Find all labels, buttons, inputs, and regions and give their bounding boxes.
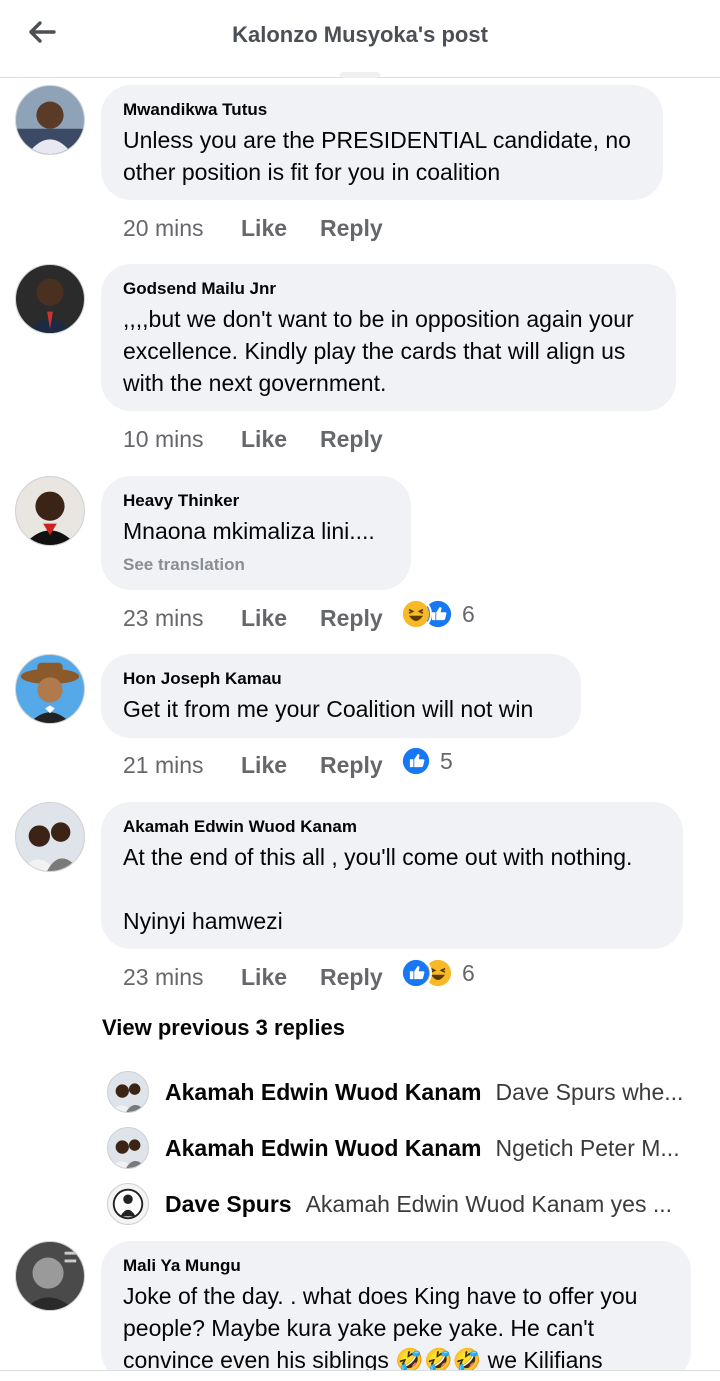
reply-button[interactable]: Reply [320,605,383,632]
comment-actions: 20 mins Like Reply [123,211,383,245]
comment-text: Mnaona mkimaliza lini.... [123,518,375,544]
avatar[interactable] [15,85,85,155]
scroll-indicator [340,72,380,78]
avatar[interactable] [15,654,85,724]
like-button[interactable]: Like [241,426,320,453]
comment-bubble[interactable]: Akamah Edwin Wuod Kanam At the end of th… [101,802,683,949]
like-button[interactable]: Like [241,752,320,779]
like-icon [400,745,432,777]
reaction-count: 5 [440,747,453,774]
avatar[interactable] [15,264,85,334]
like-icon [400,957,432,989]
comment-author[interactable]: Mwandikwa Tutus [123,99,641,121]
reply-preview[interactable]: Dave Spurs Akamah Edwin Wuod Kanam yes .… [107,1182,687,1226]
reply-snippet: Ngetich Peter M... [495,1134,680,1161]
comment-actions: 10 mins Like Reply [123,422,383,456]
reply-author[interactable]: Akamah Edwin Wuod Kanam [165,1135,482,1162]
like-button[interactable]: Like [241,964,320,991]
comment-bubble[interactable]: Heavy Thinker Mnaona mkimaliza lini.... … [101,476,411,590]
comment-bubble[interactable]: Hon Joseph Kamau Get it from me your Coa… [101,654,581,738]
reply-snippet: Dave Spurs whe... [495,1078,684,1105]
comment-author[interactable]: Godsend Mailu Jnr [123,278,654,300]
comment-text: Get it from me your Coalition will not w… [123,696,534,722]
haha-icon [400,598,432,630]
reply-button[interactable]: Reply [320,426,383,453]
avatar[interactable] [107,1183,149,1225]
reply-button[interactable]: Reply [320,964,383,991]
comment-actions: 23 mins Like Reply [123,601,383,635]
comment-author[interactable]: Hon Joseph Kamau [123,668,559,690]
comment-author[interactable]: Heavy Thinker [123,490,389,512]
reply-author[interactable]: Dave Spurs [165,1191,292,1218]
avatar[interactable] [15,802,85,872]
post-header: Kalonzo Musyoka's post [0,0,720,78]
reaction-summary[interactable]: 6 [400,597,475,631]
reply-button[interactable]: Reply [320,215,383,242]
reply-preview[interactable]: Akamah Edwin Wuod Kanam Dave Spurs whe..… [107,1070,687,1114]
reply-snippet: Akamah Edwin Wuod Kanam yes ... [305,1190,673,1217]
reply-button[interactable]: Reply [320,752,383,779]
comment-actions: 21 mins Like Reply [123,748,383,782]
comment-time[interactable]: 10 mins [123,426,241,453]
reaction-summary[interactable]: 6 [400,956,475,990]
view-previous-replies-link[interactable]: View previous 3 replies [102,1015,345,1041]
avatar[interactable] [107,1071,149,1113]
comment-bubble[interactable]: Mwandikwa Tutus Unless you are the PRESI… [101,85,663,200]
comment-text: At the end of this all , you'll come out… [123,844,633,934]
reaction-count: 6 [462,959,475,986]
avatar[interactable] [15,476,85,546]
comment-bubble[interactable]: Godsend Mailu Jnr ,,,,but we don't want … [101,264,676,411]
comment-author[interactable]: Mali Ya Mungu [123,1255,669,1277]
comment-time[interactable]: 20 mins [123,215,241,242]
see-translation-link[interactable]: See translation [123,555,389,575]
like-button[interactable]: Like [241,215,320,242]
reply-author[interactable]: Akamah Edwin Wuod Kanam [165,1079,482,1106]
comment-bubble[interactable]: Mali Ya Mungu Joke of the day. . what do… [101,1241,691,1381]
comment-text: ,,,,but we don't want to be in oppositio… [123,306,634,396]
comment-author[interactable]: Akamah Edwin Wuod Kanam [123,816,661,838]
reaction-count: 6 [462,600,475,627]
avatar[interactable] [15,1241,85,1311]
comment-text: Joke of the day. . what does King have t… [123,1283,638,1373]
comment-time[interactable]: 23 mins [123,605,241,632]
reply-preview[interactable]: Akamah Edwin Wuod Kanam Ngetich Peter M.… [107,1126,687,1170]
bottom-edge [0,1370,720,1381]
comment-time[interactable]: 23 mins [123,964,241,991]
like-button[interactable]: Like [241,605,320,632]
comment-text: Unless you are the PRESIDENTIAL candidat… [123,127,631,185]
avatar[interactable] [107,1127,149,1169]
comment-actions: 23 mins Like Reply [123,960,383,994]
comment-time[interactable]: 21 mins [123,752,241,779]
page-title: Kalonzo Musyoka's post [232,22,488,47]
reaction-summary[interactable]: 5 [400,744,453,778]
